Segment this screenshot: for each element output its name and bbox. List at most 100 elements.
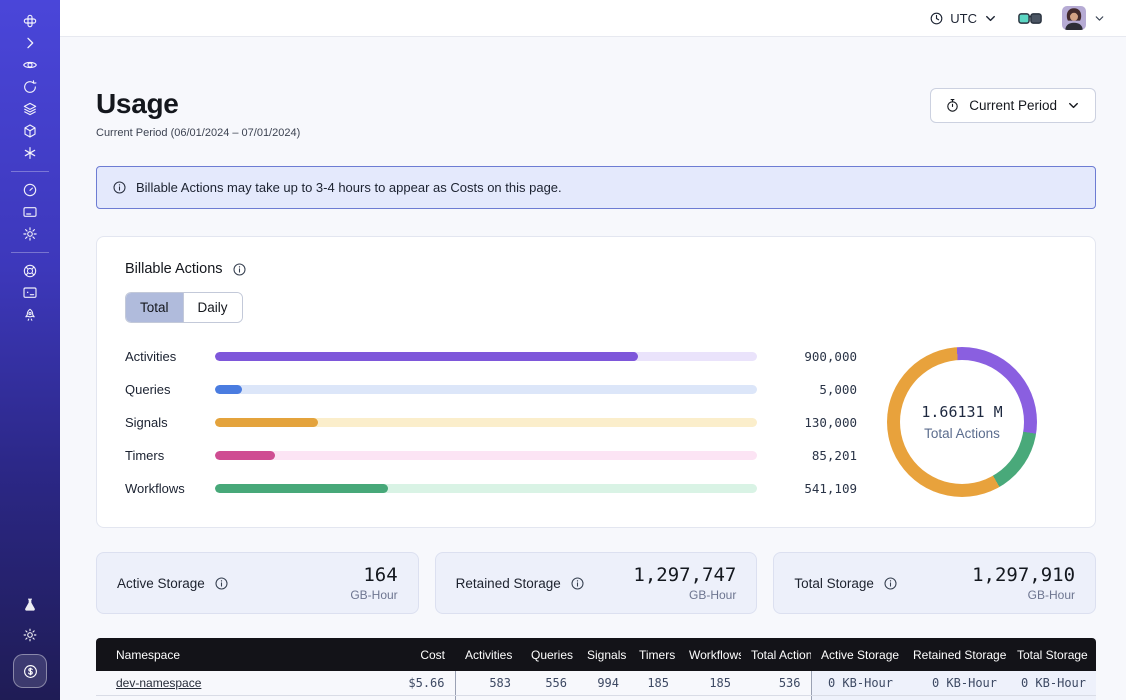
col-cost: Cost bbox=[361, 638, 455, 671]
namespaces-icon[interactable] bbox=[13, 54, 47, 76]
getting-started-rocket-icon[interactable] bbox=[13, 304, 47, 326]
cell-total-actions: 536 bbox=[741, 695, 811, 700]
cell-cost: 29.32 bbox=[361, 695, 455, 700]
bar-label: Queries bbox=[125, 382, 203, 397]
billing-card-icon[interactable] bbox=[13, 201, 47, 223]
period-selector-label: Current Period bbox=[969, 98, 1057, 113]
chevron-down-icon bbox=[1093, 12, 1106, 25]
nexus-asterisk-icon[interactable] bbox=[13, 142, 47, 164]
preview-glasses-button[interactable] bbox=[1018, 11, 1042, 26]
cell-timers: 877 bbox=[629, 695, 679, 700]
sidebar-divider bbox=[11, 252, 49, 253]
cell-total-storage: 0 KB-Hour bbox=[1007, 671, 1096, 695]
bar-label: Timers bbox=[125, 448, 203, 463]
bar-track bbox=[215, 484, 757, 493]
info-icon bbox=[232, 262, 247, 277]
sidebar bbox=[0, 0, 60, 700]
bar-fill bbox=[215, 451, 275, 460]
bar-fill bbox=[215, 352, 638, 361]
col-total-storage: Total Storage bbox=[1007, 638, 1096, 671]
info-icon bbox=[570, 576, 585, 591]
info-banner-text: Billable Actions may take up to 3-4 hour… bbox=[136, 180, 562, 195]
namespace-usage-table: Namespace Cost Activities Queries Signal… bbox=[96, 638, 1096, 700]
bar-value: 5,000 bbox=[769, 382, 857, 397]
cell-activities: 583 bbox=[455, 671, 521, 695]
timezone-selector[interactable]: UTC bbox=[929, 11, 998, 26]
cell-active-storage: 0 KB-Hour bbox=[811, 671, 903, 695]
account-menu[interactable] bbox=[1062, 6, 1106, 30]
chevron-down-icon bbox=[1066, 98, 1081, 113]
cell-timers: 185 bbox=[629, 671, 679, 695]
cell-retained-storage: 0 KB-Hour bbox=[903, 671, 1007, 695]
page-title: Usage bbox=[96, 88, 300, 120]
tab-total[interactable]: Total bbox=[126, 293, 183, 322]
table-row: dev-namespace 29.32 423 561 826 877 130 … bbox=[96, 695, 1096, 700]
bar-label: Signals bbox=[125, 415, 203, 430]
info-icon bbox=[883, 576, 898, 591]
billable-actions-card: Billable Actions Total Daily Activities … bbox=[96, 236, 1096, 528]
bar-row-workflows: Workflows 541,109 bbox=[125, 481, 857, 496]
settings-gear-icon[interactable] bbox=[13, 223, 47, 245]
deployments-cube-icon[interactable] bbox=[13, 120, 47, 142]
usage-gauge-icon[interactable] bbox=[13, 179, 47, 201]
cell-queries: 556 bbox=[521, 671, 577, 695]
history-icon[interactable] bbox=[13, 76, 47, 98]
total-actions-donut: 1.66131 M Total Actions bbox=[887, 347, 1037, 497]
active-storage-card: Active Storage 164 GB-Hour bbox=[96, 552, 419, 614]
support-lifebuoy-icon[interactable] bbox=[13, 260, 47, 282]
layers-icon[interactable] bbox=[13, 98, 47, 120]
active-storage-value: 164 bbox=[350, 564, 397, 586]
total-storage-card: Total Storage 1,297,910 GB-Hour bbox=[773, 552, 1096, 614]
glasses-icon bbox=[1018, 11, 1042, 26]
stopwatch-icon bbox=[945, 98, 960, 113]
cell-total-storage: 0 KB-Hour bbox=[1007, 695, 1096, 700]
total-actions-value: 1.66131 M bbox=[921, 403, 1002, 421]
cell-workflows: 130 bbox=[679, 695, 741, 700]
usage-billing-active-button[interactable] bbox=[13, 654, 47, 688]
page-subtitle: Current Period (06/01/2024 – 07/01/2024) bbox=[96, 127, 300, 139]
bar-row-signals: Signals 130,000 bbox=[125, 415, 857, 430]
namespace-link[interactable]: dev-namespace bbox=[116, 676, 201, 690]
total-storage-unit: GB-Hour bbox=[972, 588, 1075, 602]
retained-storage-value: 1,297,747 bbox=[633, 564, 736, 586]
tab-daily[interactable]: Daily bbox=[183, 293, 242, 322]
theme-sun-icon[interactable] bbox=[13, 624, 47, 646]
col-total-actions: Total Actions bbox=[741, 638, 811, 671]
bar-track bbox=[215, 352, 757, 361]
table-row: dev-namespace $5.66 583 556 994 185 185 … bbox=[96, 671, 1096, 695]
billable-actions-title: Billable Actions bbox=[125, 261, 223, 277]
period-selector-button[interactable]: Current Period bbox=[930, 88, 1096, 123]
total-actions-label: Total Actions bbox=[921, 426, 1002, 441]
bar-value: 130,000 bbox=[769, 415, 857, 430]
bar-row-timers: Timers 85,201 bbox=[125, 448, 857, 463]
expand-chevron-icon[interactable] bbox=[13, 32, 47, 54]
bar-track bbox=[215, 451, 757, 460]
cell-signals: 826 bbox=[577, 695, 629, 700]
bar-label: Workflows bbox=[125, 481, 203, 496]
cell-cost: $5.66 bbox=[361, 671, 455, 695]
col-queries: Queries bbox=[521, 638, 577, 671]
temporal-logo-icon bbox=[13, 10, 47, 32]
info-icon bbox=[112, 180, 127, 195]
bar-row-queries: Queries 5,000 bbox=[125, 382, 857, 397]
col-signals: Signals bbox=[577, 638, 629, 671]
clock-icon bbox=[929, 11, 944, 26]
feedback-monitor-icon[interactable] bbox=[13, 282, 47, 304]
page-header: Usage Current Period (06/01/2024 – 07/01… bbox=[96, 88, 1096, 139]
bar-row-activities: Activities 900,000 bbox=[125, 349, 857, 364]
bar-track bbox=[215, 418, 757, 427]
info-icon bbox=[214, 576, 229, 591]
chevron-down-icon bbox=[983, 11, 998, 26]
timezone-label: UTC bbox=[950, 11, 977, 26]
storage-summary-row: Active Storage 164 GB-Hour Retained Stor… bbox=[96, 552, 1096, 614]
active-storage-unit: GB-Hour bbox=[350, 588, 397, 602]
bar-fill bbox=[215, 385, 242, 394]
cell-workflows: 185 bbox=[679, 671, 741, 695]
labs-flask-icon[interactable] bbox=[13, 594, 47, 616]
bar-value: 900,000 bbox=[769, 349, 857, 364]
topbar: UTC bbox=[60, 0, 1126, 37]
bar-fill bbox=[215, 484, 388, 493]
total-storage-label: Total Storage bbox=[794, 576, 874, 591]
bar-fill bbox=[215, 418, 318, 427]
billable-actions-chart: Activities 900,000 Queries 5,000 Signals… bbox=[125, 347, 1067, 497]
